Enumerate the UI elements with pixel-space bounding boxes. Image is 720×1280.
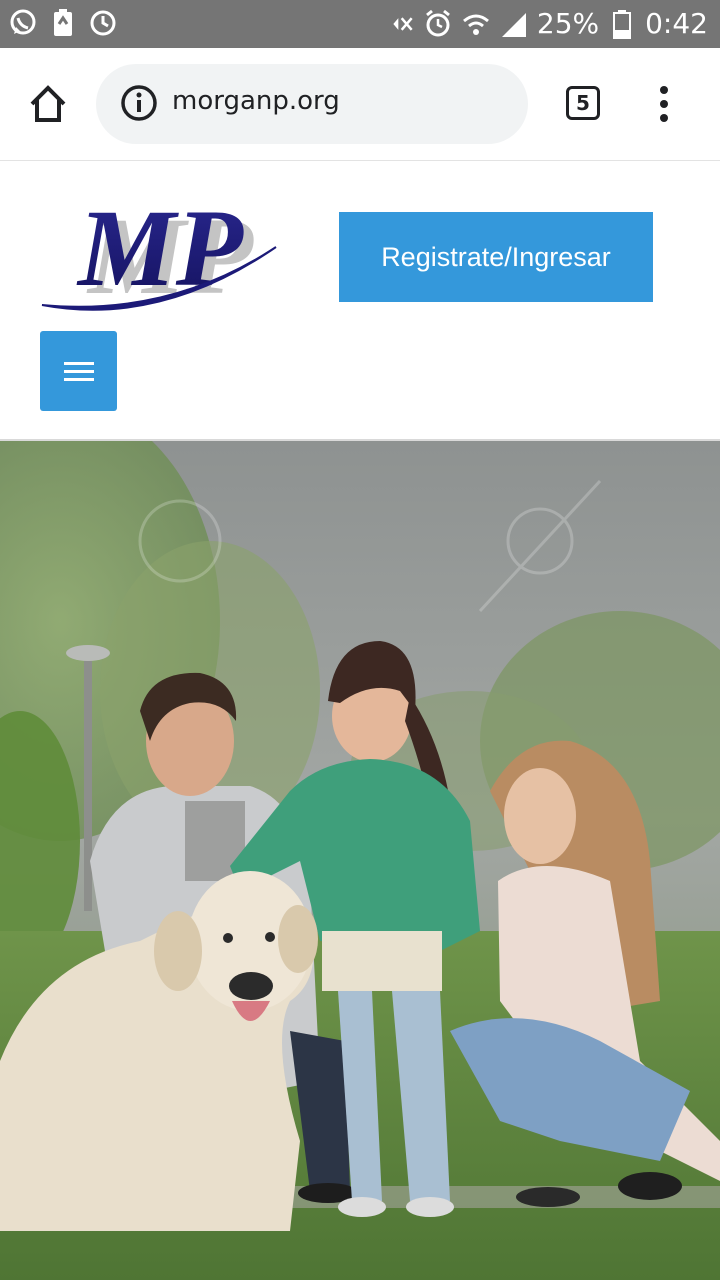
logo-text: MP	[76, 187, 244, 309]
hero-image	[0, 441, 720, 1280]
hamburger-menu-button[interactable]	[40, 331, 117, 411]
sync-icon	[88, 8, 118, 38]
site-header: MP MP Registrate/Ingresar	[0, 161, 720, 441]
battery-icon	[607, 9, 637, 39]
register-login-button[interactable]: Registrate/Ingresar	[339, 212, 653, 302]
wifi-icon	[461, 9, 491, 39]
battery-saver-icon	[48, 8, 78, 38]
clock-time: 0:42	[645, 7, 708, 40]
url-text[interactable]: morganp.org	[172, 86, 340, 116]
status-bar: 25% 0:42	[0, 0, 720, 48]
battery-percent: 25%	[536, 7, 600, 40]
home-icon[interactable]	[26, 82, 70, 126]
tab-switcher-button[interactable]: 5	[566, 86, 600, 120]
site-logo[interactable]: MP MP	[40, 187, 284, 325]
mute-icon	[385, 9, 415, 39]
address-bar[interactable]: morganp.org	[96, 64, 528, 144]
more-options-icon[interactable]	[646, 84, 682, 124]
whatsapp-icon	[8, 8, 38, 38]
info-icon[interactable]	[120, 84, 158, 122]
signal-icon	[499, 9, 529, 39]
browser-toolbar: morganp.org 5	[0, 48, 720, 161]
alarm-icon	[423, 9, 453, 39]
